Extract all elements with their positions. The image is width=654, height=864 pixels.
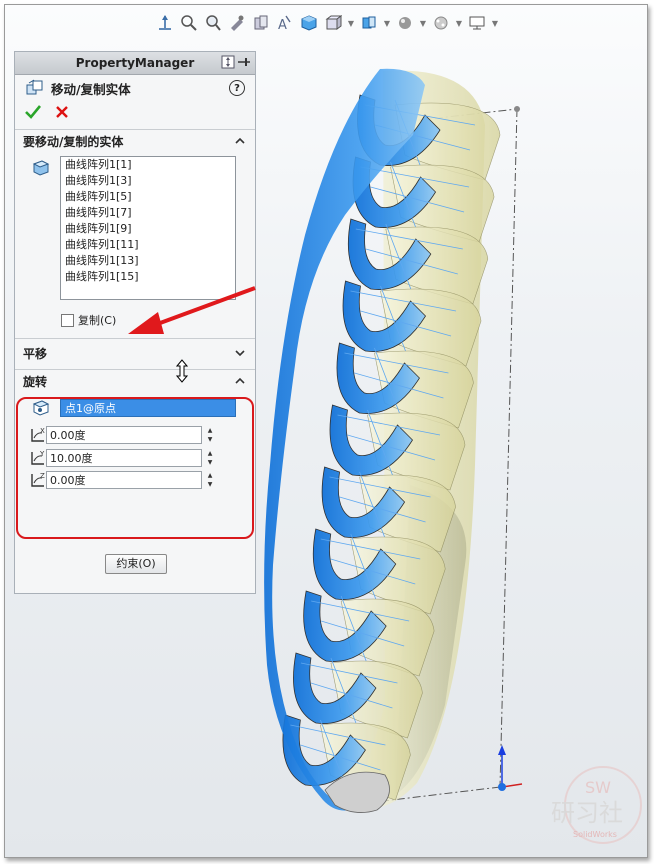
- view-orientation-icon[interactable]: [299, 13, 319, 33]
- list-item[interactable]: 曲线阵列1[1]: [61, 157, 235, 173]
- list-item[interactable]: 曲线阵列1[5]: [61, 189, 235, 205]
- display-style-icon[interactable]: [323, 13, 343, 33]
- list-item[interactable]: 曲线阵列1[3]: [61, 173, 235, 189]
- resize-cursor-icon: [176, 359, 188, 383]
- rotation-point-icon: [32, 400, 50, 416]
- model-bodies[interactable]: [264, 68, 501, 813]
- list-item[interactable]: 曲线阵列1[9]: [61, 221, 235, 237]
- cancel-x-icon[interactable]: [55, 105, 69, 119]
- svg-text:研习社: 研习社: [551, 799, 623, 827]
- copy-checkbox-row[interactable]: 复制(C): [61, 312, 116, 328]
- translate-section: 平移: [15, 338, 255, 369]
- x-angle-field[interactable]: 0.00度: [46, 426, 202, 444]
- view-toolbar: A ▼ ▼ ▼ ▼ ▼: [155, 11, 499, 35]
- expand-panel-icon[interactable]: [221, 55, 235, 69]
- list-item[interactable]: 曲线阵列1[13]: [61, 253, 235, 269]
- svg-text:Z: Z: [40, 472, 45, 480]
- help-icon[interactable]: ?: [229, 80, 245, 96]
- watermark-logo: SW 研习社 SolidWorks: [551, 766, 642, 844]
- translate-section-title[interactable]: 平移: [15, 339, 255, 367]
- y-rotation-icon: Y: [31, 450, 45, 465]
- list-item[interactable]: 曲线阵列1[11]: [61, 237, 235, 253]
- z-angle-field[interactable]: 0.00度: [46, 471, 202, 489]
- chevron-up-icon[interactable]: [235, 136, 245, 146]
- chevron-down-icon[interactable]: ▼: [455, 19, 463, 28]
- annotation-arrow-icon: [128, 286, 256, 334]
- feature-title: 移动/复制实体: [51, 81, 131, 97]
- solid-body-icon: [32, 160, 50, 176]
- zoom-area-icon[interactable]: [203, 13, 223, 33]
- section-view-icon[interactable]: [251, 13, 271, 33]
- copy-checkbox[interactable]: [61, 313, 74, 327]
- svg-text:Y: Y: [39, 450, 45, 458]
- copy-label: 复制(C): [78, 314, 117, 327]
- chevron-down-icon[interactable]: ▼: [383, 19, 391, 28]
- view-settings-icon[interactable]: [467, 13, 487, 33]
- list-item[interactable]: 曲线阵列1[7]: [61, 205, 235, 221]
- y-angle-spinner[interactable]: ▲ ▼: [205, 449, 215, 467]
- z-angle-spinner[interactable]: ▲ ▼: [205, 471, 215, 489]
- y-angle-field[interactable]: 10.00度: [46, 449, 202, 467]
- rotation-point-field[interactable]: 点1@原点: [60, 399, 236, 417]
- svg-text:SolidWorks: SolidWorks: [573, 830, 617, 839]
- z-rotation-icon: Z: [31, 472, 45, 487]
- constraint-button[interactable]: 约束(O): [105, 554, 167, 574]
- chevron-up-icon[interactable]: [235, 376, 245, 386]
- hide-show-icon[interactable]: [359, 13, 379, 33]
- zoom-to-fit-icon[interactable]: [179, 13, 199, 33]
- pin-icon[interactable]: [237, 55, 251, 69]
- guide-point: [514, 106, 520, 112]
- svg-text:X: X: [40, 427, 45, 435]
- rotate-section: 旋转 点1@原点 X 0.00度 ▲ ▼ Y 10.00度 ▲ ▼ Z 0.00度 …: [15, 369, 255, 510]
- feature-title-row: 移动/复制实体 ?: [15, 75, 255, 101]
- rotate-section-title[interactable]: 旋转: [15, 370, 255, 392]
- scene-icon[interactable]: [431, 13, 451, 33]
- pm-header: PropertyManager: [15, 52, 255, 75]
- pm-header-title: PropertyManager: [75, 56, 195, 70]
- origin-triad: [498, 745, 523, 791]
- bodies-section-title[interactable]: 要移动/复制的实体: [15, 130, 255, 152]
- bodies-list[interactable]: 曲线阵列1[1] 曲线阵列1[3] 曲线阵列1[5] 曲线阵列1[7] 曲线阵列…: [60, 156, 236, 300]
- x-angle-spinner[interactable]: ▲ ▼: [205, 426, 215, 444]
- orient-icon[interactable]: [155, 13, 175, 33]
- ok-check-icon[interactable]: [25, 105, 41, 119]
- dynamic-annotation-icon[interactable]: A: [275, 13, 295, 33]
- ok-cancel-row: [15, 101, 255, 123]
- chevron-down-icon[interactable]: [235, 348, 245, 358]
- previous-view-icon[interactable]: [227, 13, 247, 33]
- svg-text:A: A: [278, 18, 287, 32]
- svg-text:SW: SW: [585, 778, 611, 797]
- x-rotation-icon: X: [31, 427, 45, 442]
- chevron-down-icon[interactable]: ▼: [491, 19, 499, 28]
- move-copy-body-icon: [26, 79, 43, 95]
- appearance-icon[interactable]: [395, 13, 415, 33]
- chevron-down-icon[interactable]: ▼: [347, 19, 355, 28]
- chevron-down-icon[interactable]: ▼: [419, 19, 427, 28]
